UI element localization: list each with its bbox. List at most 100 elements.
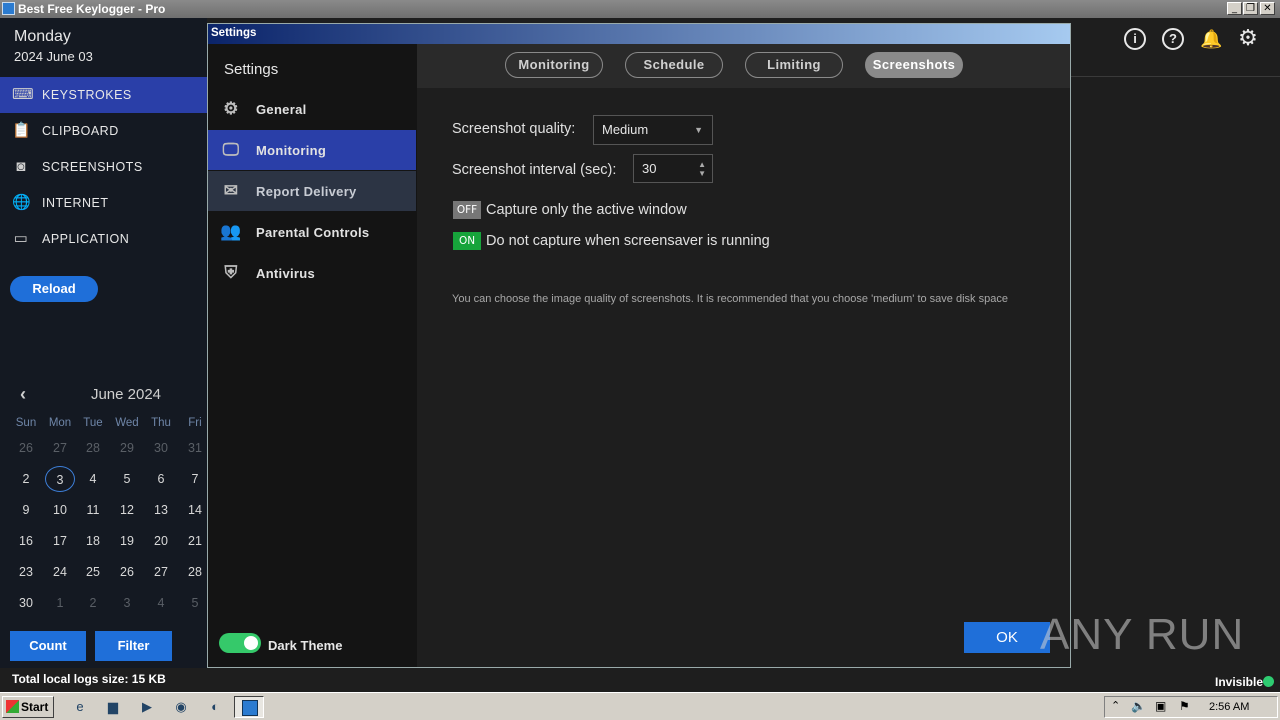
screensaver-switch[interactable]: ON xyxy=(453,232,481,250)
calendar-day[interactable]: 11 xyxy=(78,497,108,523)
calendar-day[interactable]: 24 xyxy=(45,559,75,585)
settings-item-label: Parental Controls xyxy=(256,225,370,240)
bell-icon[interactable]: 🔔 xyxy=(1200,28,1222,50)
calendar-day[interactable]: 27 xyxy=(146,559,176,585)
calendar-day[interactable]: 3 xyxy=(112,590,142,616)
calendar-day[interactable]: 30 xyxy=(11,590,41,616)
folder-icon[interactable]: ▆ xyxy=(103,697,123,717)
tab-screenshots[interactable]: Screenshots xyxy=(865,52,963,78)
flag-icon[interactable]: ⚑ xyxy=(1179,699,1190,713)
quality-select[interactable]: Medium ▼ xyxy=(593,115,713,145)
settings-item-label: Monitoring xyxy=(256,143,327,158)
users-icon: 👥 xyxy=(220,222,242,241)
settings-dialog: Settings Settings ⚙ General 🖵 Monitoring… xyxy=(207,23,1071,668)
gear-icon[interactable]: ⚙ xyxy=(1236,26,1260,50)
windows-logo-icon xyxy=(6,700,19,713)
settings-item-general[interactable]: ⚙ General xyxy=(208,89,416,129)
chrome-icon[interactable]: ◉ xyxy=(171,697,191,717)
calendar-day[interactable]: 29 xyxy=(112,435,142,461)
settings-item-parental-controls[interactable]: 👥 Parental Controls xyxy=(208,212,416,252)
calendar-day[interactable]: 25 xyxy=(78,559,108,585)
nav-application[interactable]: ▭ APPLICATION xyxy=(0,221,207,257)
count-button[interactable]: Count xyxy=(10,631,86,661)
calendar-day[interactable]: 28 xyxy=(78,435,108,461)
taskbar-item-keylogger[interactable] xyxy=(234,696,264,718)
settings-item-monitoring[interactable]: 🖵 Monitoring xyxy=(208,130,416,170)
ie-icon[interactable]: e xyxy=(70,697,90,717)
minimize-button[interactable]: _ xyxy=(1227,2,1242,15)
stepper-down-icon[interactable]: ▼ xyxy=(698,170,706,178)
ok-button[interactable]: OK xyxy=(964,622,1050,653)
calendar-day[interactable]: 31 xyxy=(180,435,210,461)
calendar-day[interactable]: 26 xyxy=(11,435,41,461)
nav-label: KEYSTROKES xyxy=(42,88,132,102)
close-button[interactable]: ✕ xyxy=(1260,2,1275,15)
calendar-day[interactable]: 23 xyxy=(11,559,41,585)
calendar-day[interactable]: 2 xyxy=(11,466,41,492)
calendar-day[interactable]: 19 xyxy=(112,528,142,554)
tab-monitoring[interactable]: Monitoring xyxy=(505,52,603,78)
start-button[interactable]: Start xyxy=(2,696,54,718)
calendar-day[interactable]: 16 xyxy=(11,528,41,554)
settings-item-report-delivery[interactable]: ✉ Report Delivery xyxy=(208,171,416,211)
calendar-day[interactable]: 27 xyxy=(45,435,75,461)
maximize-button[interactable]: ❐ xyxy=(1243,2,1258,15)
media-player-icon[interactable]: ▶ xyxy=(137,697,157,717)
calendar-day[interactable]: 13 xyxy=(146,497,176,523)
reload-button[interactable]: Reload xyxy=(10,276,98,302)
nav-keystrokes[interactable]: ⌨ KEYSTROKES xyxy=(0,77,207,113)
tab-limiting[interactable]: Limiting xyxy=(745,52,843,78)
edge-icon[interactable]: ◐ xyxy=(205,697,225,717)
calendar-weekday: Fri xyxy=(188,417,202,429)
dark-theme-toggle[interactable] xyxy=(219,633,261,653)
calendar-day[interactable]: 9 xyxy=(11,497,41,523)
calendar-prev-icon[interactable]: ‹ xyxy=(20,384,26,405)
calendar-day[interactable]: 26 xyxy=(112,559,142,585)
calendar-day[interactable]: 14 xyxy=(180,497,210,523)
monitor-icon: 🖵 xyxy=(222,140,240,159)
calendar-day[interactable]: 5 xyxy=(112,466,142,492)
stepper-up-icon[interactable]: ▲ xyxy=(698,161,706,169)
calendar-day[interactable]: 12 xyxy=(112,497,142,523)
info-icon[interactable]: i xyxy=(1124,28,1146,50)
tray-expand-icon[interactable]: ⌃ xyxy=(1111,699,1120,712)
calendar-day[interactable]: 20 xyxy=(146,528,176,554)
calendar-day[interactable]: 18 xyxy=(78,528,108,554)
calendar-day[interactable]: 21 xyxy=(180,528,210,554)
dark-theme-label: Dark Theme xyxy=(268,638,343,653)
calendar-day[interactable]: 28 xyxy=(180,559,210,585)
app-main-area xyxy=(1071,18,1280,668)
calendar-day[interactable]: 4 xyxy=(78,466,108,492)
calendar-day[interactable]: 4 xyxy=(146,590,176,616)
calendar-day[interactable]: 10 xyxy=(45,497,75,523)
calendar-day[interactable]: 3 xyxy=(45,466,75,492)
nav-internet[interactable]: 🌐 INTERNET xyxy=(0,185,207,221)
status-text: Invisible xyxy=(1215,675,1264,689)
network-icon[interactable]: ▣ xyxy=(1155,699,1166,713)
tab-schedule[interactable]: Schedule xyxy=(625,52,723,78)
active-window-switch[interactable]: OFF xyxy=(453,201,481,219)
filter-button[interactable]: Filter xyxy=(95,631,172,661)
help-icon[interactable]: ? xyxy=(1162,28,1184,50)
logs-size-text: Total local logs size: 15 KB xyxy=(12,672,166,686)
settings-title: Settings xyxy=(211,27,257,39)
calendar-weekday: Wed xyxy=(115,417,139,429)
app-sidebar: Monday 2024 June 03 ⌨ KEYSTROKES 📋 CLIPB… xyxy=(0,18,207,668)
calendar-day[interactable]: 30 xyxy=(146,435,176,461)
app-logo-icon xyxy=(2,2,15,15)
calendar-day[interactable]: 17 xyxy=(45,528,75,554)
settings-item-label: General xyxy=(256,102,307,117)
screenshots-settings-panel: Screenshot quality: Medium ▼ Screenshot … xyxy=(417,88,1070,667)
calendar-day[interactable]: 7 xyxy=(180,466,210,492)
envelope-icon: ✉ xyxy=(223,181,239,200)
nav-screenshots[interactable]: ◙ SCREENSHOTS xyxy=(0,149,207,185)
volume-icon[interactable]: 🔈 xyxy=(1131,699,1146,713)
nav-clipboard[interactable]: 📋 CLIPBOARD xyxy=(0,113,207,149)
settings-item-antivirus[interactable]: ⛨ Antivirus xyxy=(208,253,416,293)
calendar-day[interactable]: 1 xyxy=(45,590,75,616)
calendar-day[interactable]: 2 xyxy=(78,590,108,616)
calendar-day[interactable]: 5 xyxy=(180,590,210,616)
taskbar: Start e ▆ ▶ ◉ ◐ ⌃ 🔈 ▣ ⚑ 2:56 AM xyxy=(0,692,1280,720)
interval-stepper[interactable]: 30 ▲ ▼ xyxy=(633,154,713,183)
calendar-day[interactable]: 6 xyxy=(146,466,176,492)
